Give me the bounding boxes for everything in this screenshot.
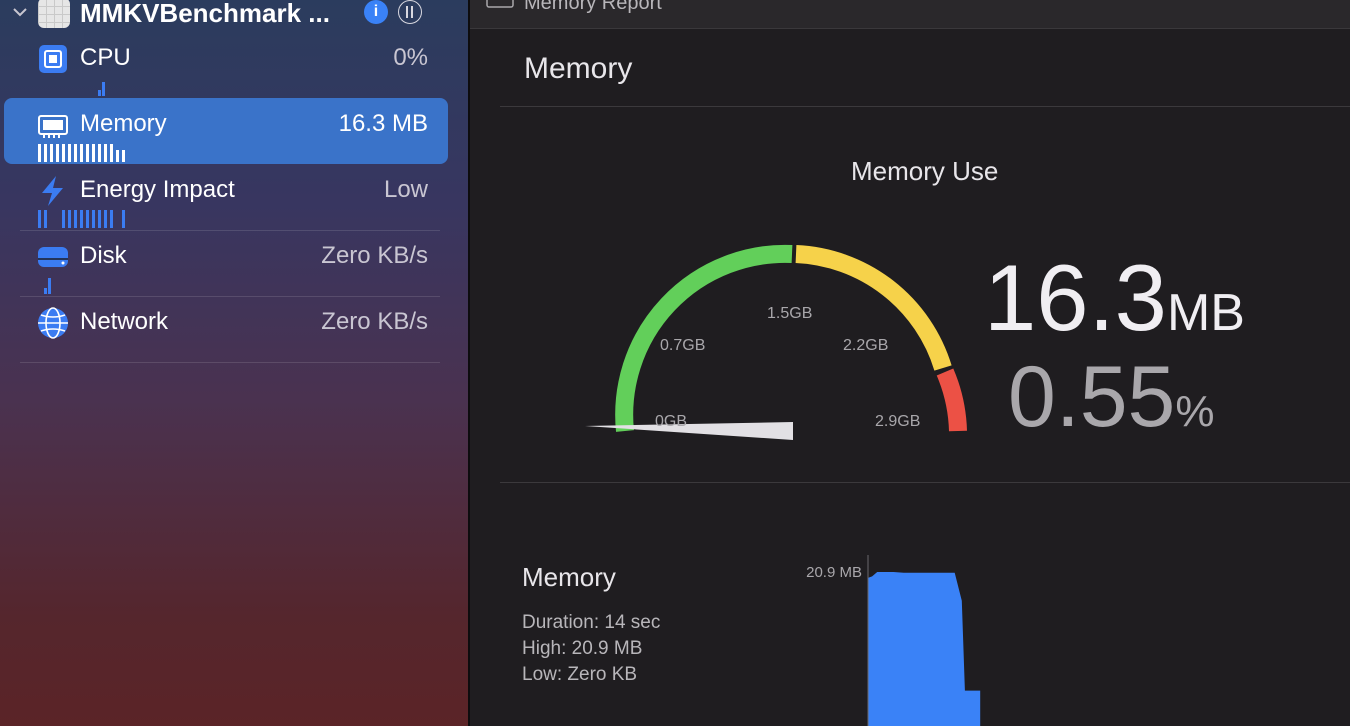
sidebar-item-label: CPU xyxy=(80,44,131,71)
info-icon[interactable]: i xyxy=(364,0,388,24)
cpu-icon xyxy=(39,45,67,73)
sidebar-item-value: 0% xyxy=(393,44,428,71)
energy-sparkline xyxy=(36,206,146,228)
gauge-green-arc xyxy=(615,244,793,432)
memory-percent-number: 0.55 xyxy=(1008,349,1176,445)
bolt-icon xyxy=(42,176,63,206)
memory-sparkline xyxy=(36,140,136,162)
sidebar-item-value: Low xyxy=(383,176,428,203)
memory-chart[interactable]: 20.9 MB xyxy=(770,550,1190,726)
divider xyxy=(500,106,1350,107)
memory-value-number: 16.3 xyxy=(984,245,1167,350)
chart-title: Memory xyxy=(522,562,616,592)
chart-high: High: 20.9 MB xyxy=(522,638,643,659)
gauge-label-0: 0GB xyxy=(655,413,687,430)
disk-icon xyxy=(38,247,68,267)
memory-icon xyxy=(38,115,68,138)
sidebar-item-value: Zero KB/s xyxy=(321,242,428,269)
sidebar-item-label: Network xyxy=(80,308,169,335)
memory-report-panel: Memory Report Memory Memory Use 0GB 0.7G… xyxy=(470,0,1350,726)
memory-area-series xyxy=(868,572,981,726)
gauge-label-4: 2.9GB xyxy=(875,413,920,430)
memory-value-unit: MB xyxy=(1166,284,1245,342)
chart-duration: Duration: 14 sec xyxy=(522,612,661,633)
sidebar-item-label: Disk xyxy=(80,242,127,269)
report-header: Memory Report xyxy=(470,0,1350,29)
disk-sparkline xyxy=(36,272,76,294)
pause-circle-icon[interactable] xyxy=(398,0,422,24)
memory-percent-unit: % xyxy=(1175,387,1215,436)
sidebar-item-label: Memory xyxy=(80,110,167,137)
sidebar-item-energy[interactable]: Energy Impact Low xyxy=(20,164,440,231)
gauge-red-arc xyxy=(936,368,967,432)
section-title: Memory xyxy=(524,52,633,85)
memory-use-title: Memory Use xyxy=(851,156,999,186)
app-row[interactable]: MMKVBenchmark ... i xyxy=(0,0,468,32)
globe-icon xyxy=(38,307,68,339)
memory-gauge: 0GB 0.7GB 1.5GB 2.2GB 2.9GB xyxy=(585,244,967,440)
app-icon xyxy=(38,0,70,28)
sidebar: MMKVBenchmark ... i CPU 0% Memory 16.3 M… xyxy=(0,0,468,726)
gauge-label-3: 2.2GB xyxy=(843,337,888,354)
gauge-label-2: 1.5GB xyxy=(767,305,812,322)
chevron-down-icon[interactable] xyxy=(10,2,30,22)
sidebar-item-memory[interactable]: Memory 16.3 MB xyxy=(4,98,448,164)
sidebar-item-label: Energy Impact xyxy=(80,176,235,203)
memory-icon xyxy=(486,0,514,8)
divider xyxy=(500,482,1350,483)
chart-y-label: 20.9 MB xyxy=(806,564,862,581)
chart-low: Low: Zero KB xyxy=(522,664,638,685)
gauge-label-1: 0.7GB xyxy=(660,337,705,354)
sidebar-item-disk[interactable]: Disk Zero KB/s xyxy=(20,230,440,297)
sidebar-item-network[interactable]: Network Zero KB/s xyxy=(20,296,440,363)
sidebar-item-value: Zero KB/s xyxy=(321,308,428,335)
sidebar-item-cpu[interactable]: CPU 0% xyxy=(20,32,440,99)
app-name: MMKVBenchmark ... xyxy=(80,0,330,28)
sidebar-item-value: 16.3 MB xyxy=(338,110,428,137)
cpu-sparkline xyxy=(36,74,136,96)
report-title: Memory Report xyxy=(524,0,662,14)
memory-percent: 0.55% xyxy=(1008,348,1215,447)
memory-value: 16.3MB xyxy=(984,244,1245,352)
